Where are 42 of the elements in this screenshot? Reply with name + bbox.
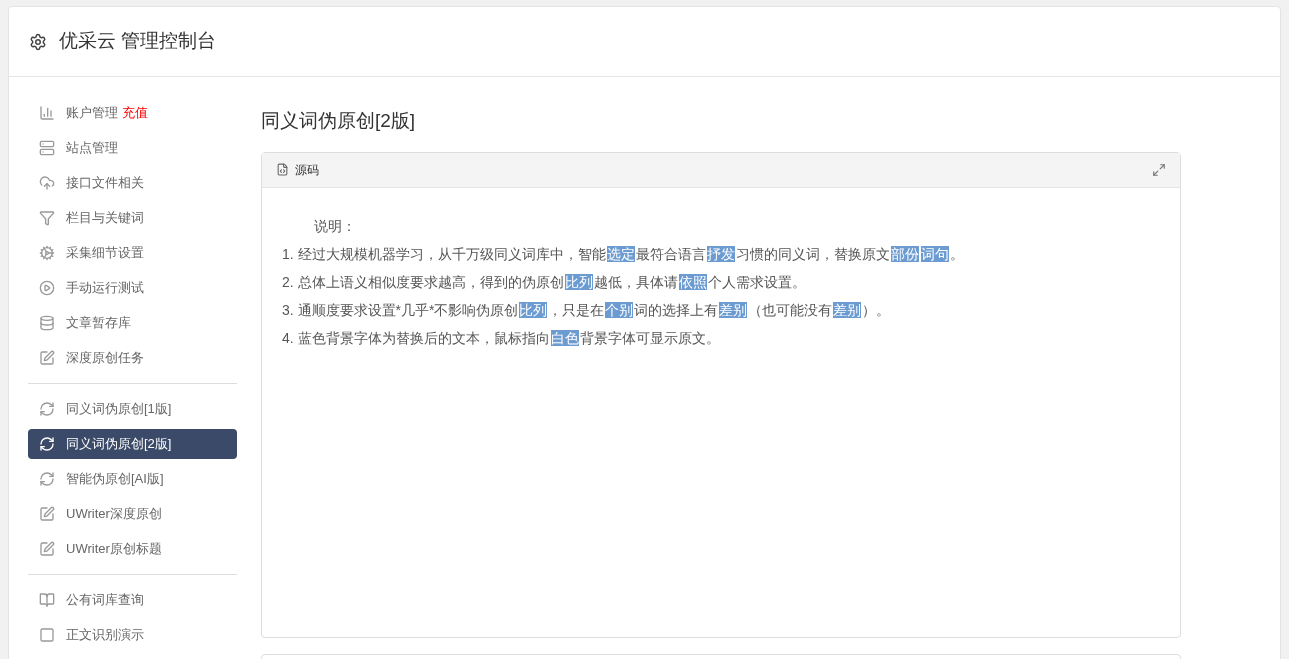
book-icon [39,592,55,608]
edit-icon [39,541,55,557]
settings-icon [29,32,47,51]
file-code-icon [276,163,289,176]
bar-chart-icon [39,105,55,121]
sidebar-item[interactable]: 同义词伪原创[2版] [28,429,237,459]
refresh-icon [39,436,55,452]
sidebar-item[interactable]: 栏目与关键词 [28,203,237,233]
edit-icon [39,506,55,522]
sidebar-item[interactable]: UWriter深度原创 [28,499,237,529]
play-icon [39,280,55,296]
note-heading: 说明： [313,216,356,236]
sidebar-item[interactable]: 公有词库查询 [28,585,237,615]
sidebar-item[interactable]: 接口文件相关 [28,168,237,198]
sidebar-item[interactable]: 智能伪原创[AI版] [28,464,237,494]
sidebar-item[interactable]: 深度原创任务 [28,343,237,373]
page-title: 同义词伪原创[2版] [261,109,417,133]
square-icon [39,627,55,643]
sidebar-item[interactable]: 账户管理 充值 [28,98,237,128]
fullscreen-icon[interactable] [1152,162,1166,177]
edit-icon [39,350,55,366]
console-title: 优采云 管理控制台 [59,29,217,54]
sidebar-item[interactable]: UWriter原创标题 [28,534,237,564]
cloud-upload-icon [39,175,55,191]
note-line: 4. 蓝色背景字体为替换后的文本，鼠标指向 白色背景字体可显示原文。 [282,328,720,348]
server-icon [39,140,55,156]
recharge-link[interactable]: 充值 [122,103,148,123]
database-icon [39,315,55,331]
refresh-icon [39,401,55,417]
sidebar-item[interactable]: 正文识别演示 [28,620,237,650]
source-button[interactable]: 源码 [276,160,319,179]
sidebar-item[interactable]: 采集细节设置 [28,238,237,268]
sidebar-item[interactable]: 手动运行测试 [28,273,237,303]
sidebar-item[interactable]: 文章暂存库 [28,308,237,338]
sidebar-item[interactable]: 站点管理 [28,133,237,163]
filter-icon [39,210,55,226]
note-line: 3. 通顺度要求设置*几乎*不影响伪原创 比列，只是在个别词的选择上有差别（也可能没有差别）。 [282,300,891,320]
note-line: 2. 总体上语义相似度要求越高，得到的伪原创 比列越低，具体请依照个人需求设置。 [282,272,806,292]
note-line: 1. 经过大规模机器学习，从千万级同义词库中，智能选定最符合语言抒发习惯的同义词，替换原文部份词句。 [282,244,964,264]
sidebar-item[interactable]: 同义词伪原创[1版] [28,394,237,424]
gears-icon [39,245,55,261]
refresh-icon [39,471,55,487]
